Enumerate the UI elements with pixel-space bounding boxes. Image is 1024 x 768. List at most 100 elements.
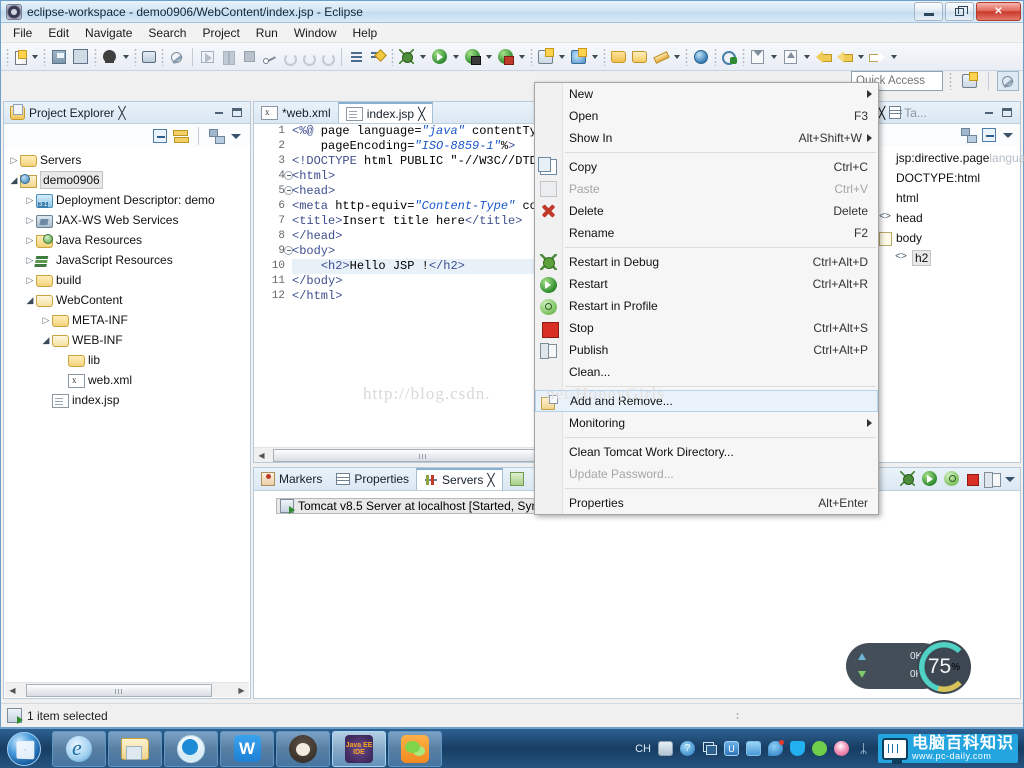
- prev-annotation-button[interactable]: [780, 45, 801, 69]
- publish-icon[interactable]: [984, 472, 1001, 488]
- context-menu-item-open[interactable]: Open F3: [535, 105, 878, 127]
- security-shield-icon[interactable]: [789, 741, 805, 756]
- web-browser-button[interactable]: [690, 45, 712, 69]
- new-button[interactable]: [11, 45, 29, 69]
- toolbar-grip[interactable]: [391, 47, 394, 66]
- tab-web-xml[interactable]: *web.xml: [254, 102, 338, 123]
- maximize-view-icon[interactable]: [230, 106, 244, 120]
- taskbar-app-internet-explorer[interactable]: [52, 730, 106, 767]
- outline-item-html[interactable]: html: [874, 188, 1020, 208]
- tab-project-explorer[interactable]: Project Explorer ╳: [4, 102, 132, 123]
- debug-icon[interactable]: [900, 471, 915, 486]
- open-task-button[interactable]: [346, 45, 367, 69]
- outline-item-head[interactable]: head: [874, 208, 1020, 228]
- new-project-dropdown-icon[interactable]: [559, 54, 565, 59]
- collapse-arrow-icon[interactable]: [24, 295, 36, 306]
- profile-icon[interactable]: [944, 471, 959, 486]
- view-hierarchy-icon[interactable]: [209, 129, 225, 144]
- tree-item-lib[interactable]: lib: [4, 350, 250, 370]
- stop-server-button[interactable]: [495, 45, 516, 69]
- toolbar-grip[interactable]: [603, 47, 606, 66]
- context-menu-item-restart-in-profile[interactable]: Restart in Profile: [535, 295, 878, 317]
- toolbar-grip[interactable]: [94, 47, 97, 66]
- tab-close-icon[interactable]: ╳: [418, 107, 425, 121]
- tab-task-list[interactable]: Ta...: [889, 106, 927, 120]
- close-button[interactable]: ✕: [976, 2, 1021, 21]
- back-dropdown-icon[interactable]: [858, 54, 864, 59]
- context-menu-item-add-and-remove[interactable]: Add and Remove...: [535, 390, 878, 412]
- toolbar-grip[interactable]: [6, 47, 9, 66]
- edit-button[interactable]: [650, 45, 671, 69]
- run-on-server-button[interactable]: [462, 45, 483, 69]
- scroll-left-icon[interactable]: ◀: [254, 449, 269, 462]
- project-explorer-close-icon[interactable]: ╳: [118, 102, 125, 123]
- expand-arrow-icon[interactable]: [24, 215, 36, 226]
- hscroll-track[interactable]: [20, 683, 234, 697]
- expand-arrow-icon[interactable]: [40, 315, 52, 326]
- menu-file[interactable]: File: [5, 24, 40, 42]
- open-perspective-button[interactable]: [958, 71, 980, 91]
- toolbar-grip[interactable]: [134, 47, 137, 66]
- toolbar-grip[interactable]: [685, 47, 688, 66]
- menu-project[interactable]: Project: [194, 24, 247, 42]
- tab-snippets[interactable]: [503, 468, 531, 490]
- project-explorer-hscrollbar[interactable]: ◀ ▶: [5, 682, 249, 697]
- outline-item-body[interactable]: body: [874, 228, 1020, 248]
- notification-tray-icon[interactable]: [767, 740, 784, 756]
- menu-edit[interactable]: Edit: [40, 24, 77, 42]
- open-folder2-button[interactable]: [629, 45, 650, 69]
- view-menu-icon[interactable]: [230, 130, 242, 142]
- context-menu-item-stop[interactable]: Stop Ctrl+Alt+S: [535, 317, 878, 339]
- tab-markers[interactable]: Markers: [254, 468, 329, 490]
- save-button[interactable]: [48, 45, 70, 69]
- expand-arrow-icon[interactable]: [24, 275, 36, 286]
- context-menu-item-show-in[interactable]: Show In Alt+Shift+W: [535, 127, 878, 149]
- context-menu-item-publish[interactable]: Publish Ctrl+Alt+P: [535, 339, 878, 361]
- back-button[interactable]: [834, 45, 855, 69]
- next-annotation-dropdown-icon[interactable]: [771, 54, 777, 59]
- tree-item-java-resources[interactable]: Java Resources: [4, 230, 250, 250]
- context-menu-item-clean-tomcat-work-directory[interactable]: Clean Tomcat Work Directory...: [535, 441, 878, 463]
- tree-item-meta-inf[interactable]: META-INF: [4, 310, 250, 330]
- run-dropdown-icon[interactable]: [453, 54, 459, 59]
- maximize-view-icon[interactable]: [1000, 106, 1014, 120]
- qq-tray-icon[interactable]: [833, 741, 849, 756]
- outline-item-h2[interactable]: h2: [874, 248, 1020, 268]
- tree-item-deployment-descriptor-demo[interactable]: Deployment Descriptor: demo: [4, 190, 250, 210]
- start-button[interactable]: [0, 730, 48, 768]
- scroll-right-icon[interactable]: ▶: [234, 684, 249, 697]
- show-hidden-icons-icon[interactable]: [702, 741, 717, 756]
- run-server-dropdown-icon[interactable]: [486, 54, 492, 59]
- tree-item-jax-ws-web-services[interactable]: JAX-WS Web Services: [4, 210, 250, 230]
- tree-item-demo0906[interactable]: demo0906: [4, 170, 250, 190]
- taskbar-app-qq-browser[interactable]: [164, 730, 218, 767]
- expand-arrow-icon[interactable]: [24, 255, 36, 266]
- expand-arrow-icon[interactable]: [24, 195, 36, 206]
- run-button[interactable]: [429, 45, 450, 69]
- sort-icon[interactable]: [961, 128, 977, 143]
- minimize-view-icon[interactable]: [982, 106, 996, 120]
- tab-index-jsp[interactable]: index.jsp ╳: [337, 102, 434, 123]
- link-with-editor-icon[interactable]: [173, 129, 189, 143]
- java-ee-perspective-button[interactable]: [997, 71, 1019, 91]
- toolbar-grip[interactable]: [742, 47, 745, 66]
- skip-breakpoints-button[interactable]: [166, 45, 188, 69]
- menu-navigate[interactable]: Navigate: [77, 24, 140, 42]
- context-menu-item-new[interactable]: New: [535, 83, 878, 105]
- menu-search[interactable]: Search: [140, 24, 194, 42]
- taskbar-app-user-avatar[interactable]: [276, 730, 330, 767]
- quick-access-grip[interactable]: [949, 72, 952, 90]
- new-task-button[interactable]: [367, 45, 389, 69]
- taskbar-app-wechat[interactable]: [388, 730, 442, 767]
- user-button[interactable]: [99, 45, 120, 69]
- restore-button[interactable]: [945, 2, 974, 21]
- input-method-indicator[interactable]: CH: [635, 743, 651, 755]
- expand-arrow-icon[interactable]: [24, 235, 36, 246]
- toolbar-grip[interactable]: [530, 47, 533, 66]
- tree-item-web-inf[interactable]: WEB-INF: [4, 330, 250, 350]
- keyboard-icon[interactable]: [657, 741, 673, 756]
- tree-item-javascript-resources[interactable]: JavaScript Resources: [4, 250, 250, 270]
- minimize-button[interactable]: [914, 2, 943, 21]
- view-menu-icon[interactable]: [1004, 473, 1016, 485]
- package-tray-icon[interactable]: [745, 741, 761, 756]
